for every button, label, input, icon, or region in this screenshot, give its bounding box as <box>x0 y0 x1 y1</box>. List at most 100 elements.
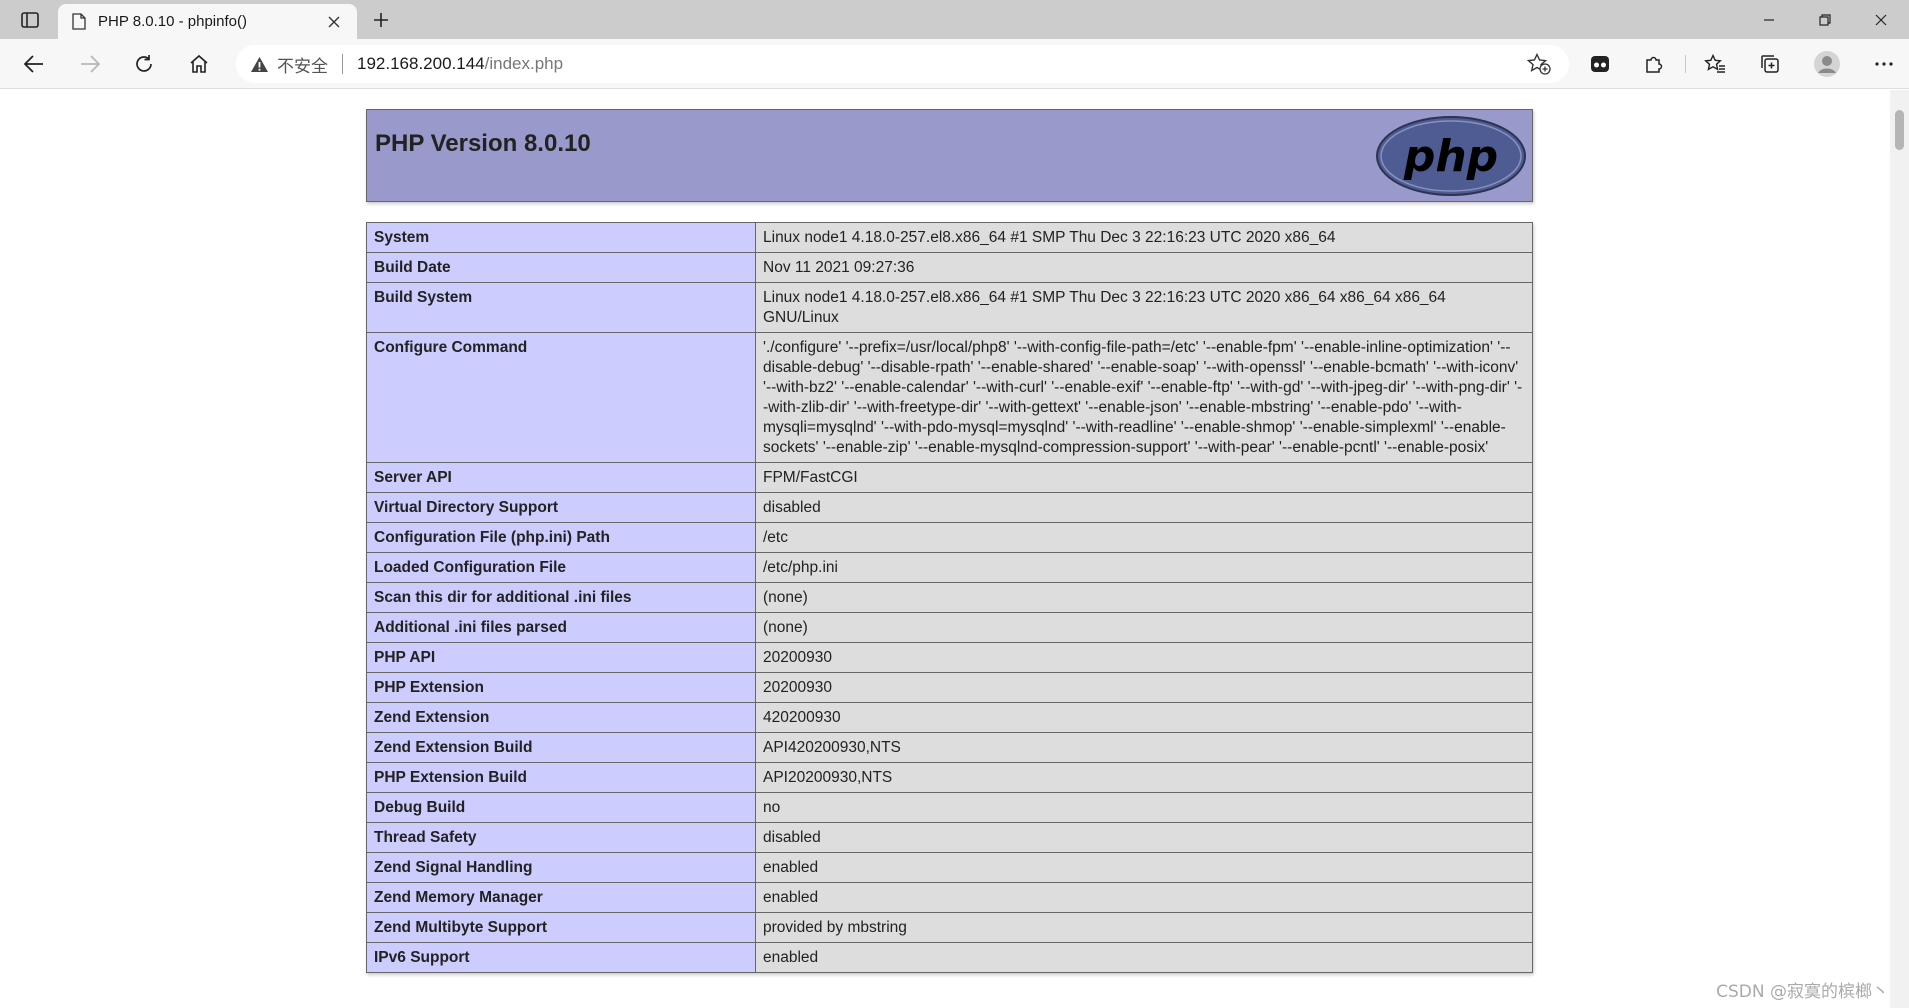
minimize-icon <box>1764 18 1774 21</box>
collections-button[interactable] <box>1582 47 1618 81</box>
table-row: Zend Memory Manager enabled <box>366 882 1533 913</box>
row-key: IPv6 Support <box>366 942 756 973</box>
forward-button[interactable] <box>72 47 108 81</box>
tab-actions-icon <box>21 12 39 28</box>
back-button[interactable] <box>16 47 52 81</box>
row-key: Zend Signal Handling <box>366 852 756 883</box>
row-value: Nov 11 2021 09:27:36 <box>755 252 1533 283</box>
extensions-button[interactable] <box>1636 47 1672 81</box>
row-value: (none) <box>755 582 1533 613</box>
row-value: no <box>755 792 1533 823</box>
extension-app-icon <box>1591 56 1609 72</box>
home-icon <box>190 54 208 73</box>
plus-icon <box>374 13 388 27</box>
phpinfo-content: PHP Version 8.0.10 php System Linux node1… <box>366 109 1533 973</box>
restore-icon <box>1819 13 1831 26</box>
row-key: Build Date <box>366 252 756 283</box>
row-key: PHP Extension Build <box>366 762 756 793</box>
row-value: 20200930 <box>755 672 1533 703</box>
minimize-button[interactable] <box>1741 0 1797 39</box>
tab-title: PHP 8.0.10 - phpinfo() <box>98 13 247 30</box>
page-viewport: PHP Version 8.0.10 php System Linux node1… <box>0 90 1890 1008</box>
row-value: 420200930 <box>755 702 1533 733</box>
phpinfo-table: System Linux node1 4.18.0-257.el8.x86_64 … <box>366 222 1533 973</box>
page-icon <box>72 13 86 30</box>
row-key: Scan this dir for additional .ini files <box>366 582 756 613</box>
row-value: Linux node1 4.18.0-257.el8.x86_64 #1 SMP… <box>755 282 1533 333</box>
table-row: Build Date Nov 11 2021 09:27:36 <box>366 252 1533 283</box>
row-key: Additional .ini files parsed <box>366 612 756 643</box>
table-row: Loaded Configuration File/etc/php.ini <box>366 552 1533 583</box>
table-row: PHP Extension 20200930 <box>366 672 1533 703</box>
row-key: Build System <box>366 282 756 333</box>
collections-panel-button[interactable] <box>1752 47 1788 81</box>
security-label[interactable]: 不安全 <box>277 52 328 77</box>
row-key: Server API <box>366 462 756 493</box>
row-value: (none) <box>755 612 1533 643</box>
favorites-button[interactable] <box>1697 47 1733 81</box>
active-tab[interactable]: PHP 8.0.10 - phpinfo() <box>58 4 357 39</box>
star-plus-icon <box>1526 52 1551 75</box>
profile-button[interactable] <box>1809 47 1845 81</box>
table-row: PHP API 20200930 <box>366 642 1533 673</box>
row-key: Zend Memory Manager <box>366 882 756 913</box>
row-key: Zend Extension Build <box>366 732 756 763</box>
row-key: Thread Safety <box>366 822 756 853</box>
tab-strip: PHP 8.0.10 - phpinfo() <box>0 0 1909 39</box>
row-value: API20200930,NTS <box>755 762 1533 793</box>
restore-button[interactable] <box>1797 0 1853 39</box>
new-tab-button[interactable] <box>366 6 396 34</box>
table-row: Additional .ini files parsed (none) <box>366 612 1533 643</box>
settings-menu-button[interactable] <box>1866 47 1902 81</box>
url-host: 192.168.200.144 <box>357 54 485 73</box>
row-key: Zend Multibyte Support <box>366 912 756 943</box>
table-row: Zend Extension 420200930 <box>366 702 1533 733</box>
row-key: Loaded Configuration File <box>366 552 756 583</box>
close-tab-button[interactable] <box>323 11 345 33</box>
collections-icon <box>1761 55 1779 73</box>
favorites-icon <box>1704 54 1725 73</box>
forward-arrow-icon <box>81 55 100 73</box>
tab-actions-button[interactable] <box>10 6 50 34</box>
browser-toolbar: 不安全 192.168.200.144/index.php <box>0 39 1909 89</box>
page-title: PHP Version 8.0.10 <box>375 130 591 157</box>
php-version-header: PHP Version 8.0.10 php <box>366 109 1533 202</box>
row-value: /etc <box>755 522 1533 553</box>
close-window-button[interactable] <box>1853 0 1909 39</box>
back-arrow-icon <box>24 55 43 73</box>
refresh-icon <box>136 55 152 72</box>
table-row: PHP Extension Build API20200930,NTS <box>366 762 1533 793</box>
close-icon <box>1875 14 1887 25</box>
refresh-button[interactable] <box>126 47 162 81</box>
row-key: Virtual Directory Support <box>366 492 756 523</box>
url-path: /index.php <box>484 54 564 73</box>
table-row: Server API FPM/FastCGI <box>366 462 1533 493</box>
table-row: Zend Extension Build API420200930,NTS <box>366 732 1533 763</box>
row-value: disabled <box>755 822 1533 853</box>
scrollbar-thumb[interactable] <box>1895 110 1904 150</box>
table-row: Zend Multibyte Support provided by mbstri… <box>366 912 1533 943</box>
close-icon <box>328 16 340 27</box>
add-favorite-button[interactable] <box>1526 52 1551 75</box>
row-value: './configure' '--prefix=/usr/local/php8'… <box>755 332 1533 463</box>
vertical-scrollbar[interactable] <box>1890 90 1909 1008</box>
row-key: Configuration File (php.ini) Path <box>366 522 756 553</box>
table-row: Thread Safety disabled <box>366 822 1533 853</box>
table-row: Build System Linux node1 4.18.0-257.el8.x… <box>366 282 1533 333</box>
puzzle-icon <box>1646 56 1663 73</box>
window-controls <box>1741 0 1909 39</box>
table-row: IPv6 Support enabled <box>366 942 1533 973</box>
phpinfo-table-body: System Linux node1 4.18.0-257.el8.x86_64 … <box>366 222 1533 973</box>
table-row: Zend Signal Handling enabled <box>366 852 1533 883</box>
php-logo[interactable]: php <box>1375 115 1527 197</box>
table-row: Debug Build no <box>366 792 1533 823</box>
toolbar-divider <box>1685 55 1686 73</box>
avatar <box>1814 51 1840 77</box>
row-key: PHP API <box>366 642 756 673</box>
php-logo-text: php <box>1403 131 1498 182</box>
row-value: /etc/php.ini <box>755 552 1533 583</box>
address-bar[interactable]: 不安全 192.168.200.144/index.php <box>236 45 1569 83</box>
row-value: disabled <box>755 492 1533 523</box>
home-button[interactable] <box>181 47 217 81</box>
row-key: System <box>366 222 756 253</box>
